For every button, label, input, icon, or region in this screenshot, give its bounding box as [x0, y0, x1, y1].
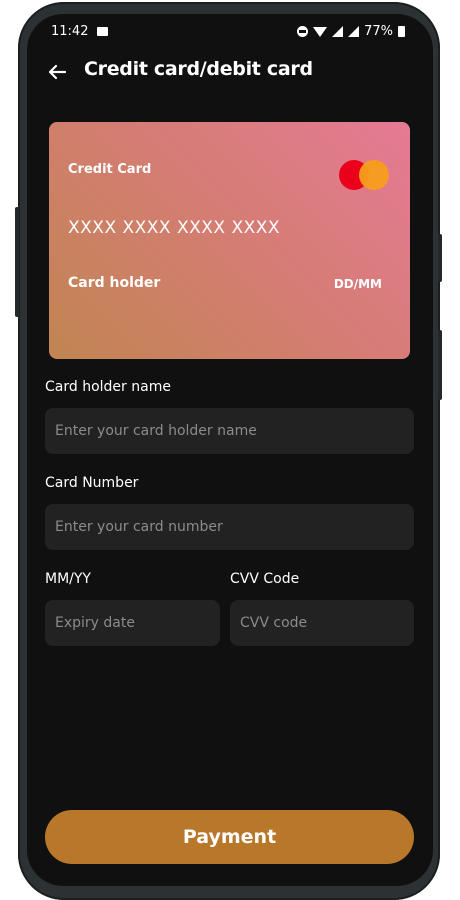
volume-up-button: [438, 234, 442, 282]
payment-button[interactable]: Payment: [45, 810, 414, 864]
battery-icon: [398, 26, 405, 37]
expiry-input[interactable]: [45, 600, 220, 646]
volume-down-button: [438, 330, 442, 400]
status-icons: 77%: [297, 24, 405, 39]
holder-name-label: Card holder name: [45, 379, 171, 395]
card-number-label: Card Number: [45, 475, 139, 491]
back-arrow-icon[interactable]: [45, 60, 69, 84]
card-number-input[interactable]: [45, 504, 414, 550]
do-not-disturb-icon: [297, 26, 309, 37]
credit-card-preview: Credit Card XXXX XXXX XXXX XXXX Card hol…: [49, 122, 410, 359]
card-expiry-display: DD/MM: [333, 277, 382, 291]
app-bar: Credit card/debit card: [27, 58, 433, 102]
power-button: [15, 207, 19, 317]
battery-percent: 77%: [364, 24, 393, 39]
signal-icon-2: [348, 26, 360, 37]
card-number-display: XXXX XXXX XXXX XXXX: [68, 218, 281, 238]
signal-icon: [332, 26, 344, 37]
cvv-input[interactable]: [230, 600, 414, 646]
wifi-icon: [313, 26, 328, 37]
holder-name-input[interactable]: [45, 408, 414, 454]
mastercard-logo-icon: [339, 160, 393, 192]
app-screen: 11:42 77% Credit card/debit card Credit …: [27, 14, 433, 886]
card-holder-display: Card holder: [68, 275, 161, 291]
card-type-label: Credit Card: [68, 162, 152, 177]
status-bar: 11:42 77%: [27, 14, 433, 50]
image-notification-icon: [97, 27, 108, 36]
status-time: 11:42: [51, 24, 89, 39]
expiry-label: MM/YY: [45, 571, 91, 587]
cvv-label: CVV Code: [230, 571, 300, 587]
page-title: Credit card/debit card: [84, 58, 313, 80]
